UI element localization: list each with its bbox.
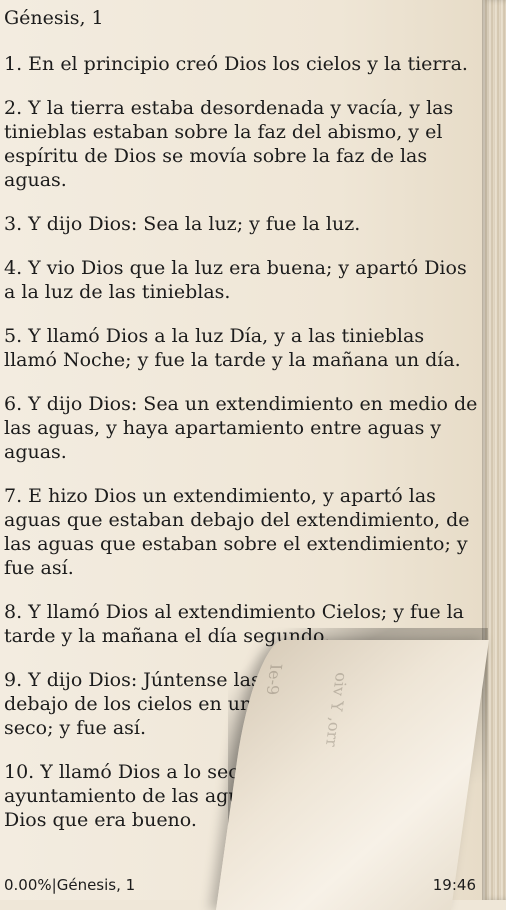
verse-5: 5. Y llamó Dios a la luz Día, y a las ti… <box>4 325 461 371</box>
page-curl[interactable]: Ie-9 oiv Y ,orr <box>216 640 489 910</box>
verse-6: 6. Y dijo Dios: Sea un extendimiento en … <box>4 393 478 463</box>
verse-2: 2. Y la tierra estaba desordenada y vací… <box>4 97 454 191</box>
page-curl-ghost-text-1: Ie-9 <box>262 663 286 696</box>
verse-7: 7. E hizo Dios un extendimiento, y apart… <box>4 485 470 579</box>
verse-4: 4. Y vio Dios que la luz era buena; y ap… <box>4 257 467 303</box>
clock: 19:46 <box>432 876 476 894</box>
reading-progress: 0.00% <box>4 876 52 894</box>
current-location: Génesis, 1 <box>56 876 136 894</box>
status-bar: 0.00%|Génesis, 1 19:46 <box>4 876 476 896</box>
page-curl-ghost-text-2: oiv Y ,orr <box>321 672 352 747</box>
status-left: 0.00%|Génesis, 1 <box>4 876 136 894</box>
book-page-edges <box>482 0 506 900</box>
verse-3: 3. Y dijo Dios: Sea la luz; y fue la luz… <box>4 213 361 235</box>
verse-1: 1. En el principio creó Dios los cielos … <box>4 53 468 75</box>
chapter-title: Génesis, 1 <box>4 7 104 29</box>
